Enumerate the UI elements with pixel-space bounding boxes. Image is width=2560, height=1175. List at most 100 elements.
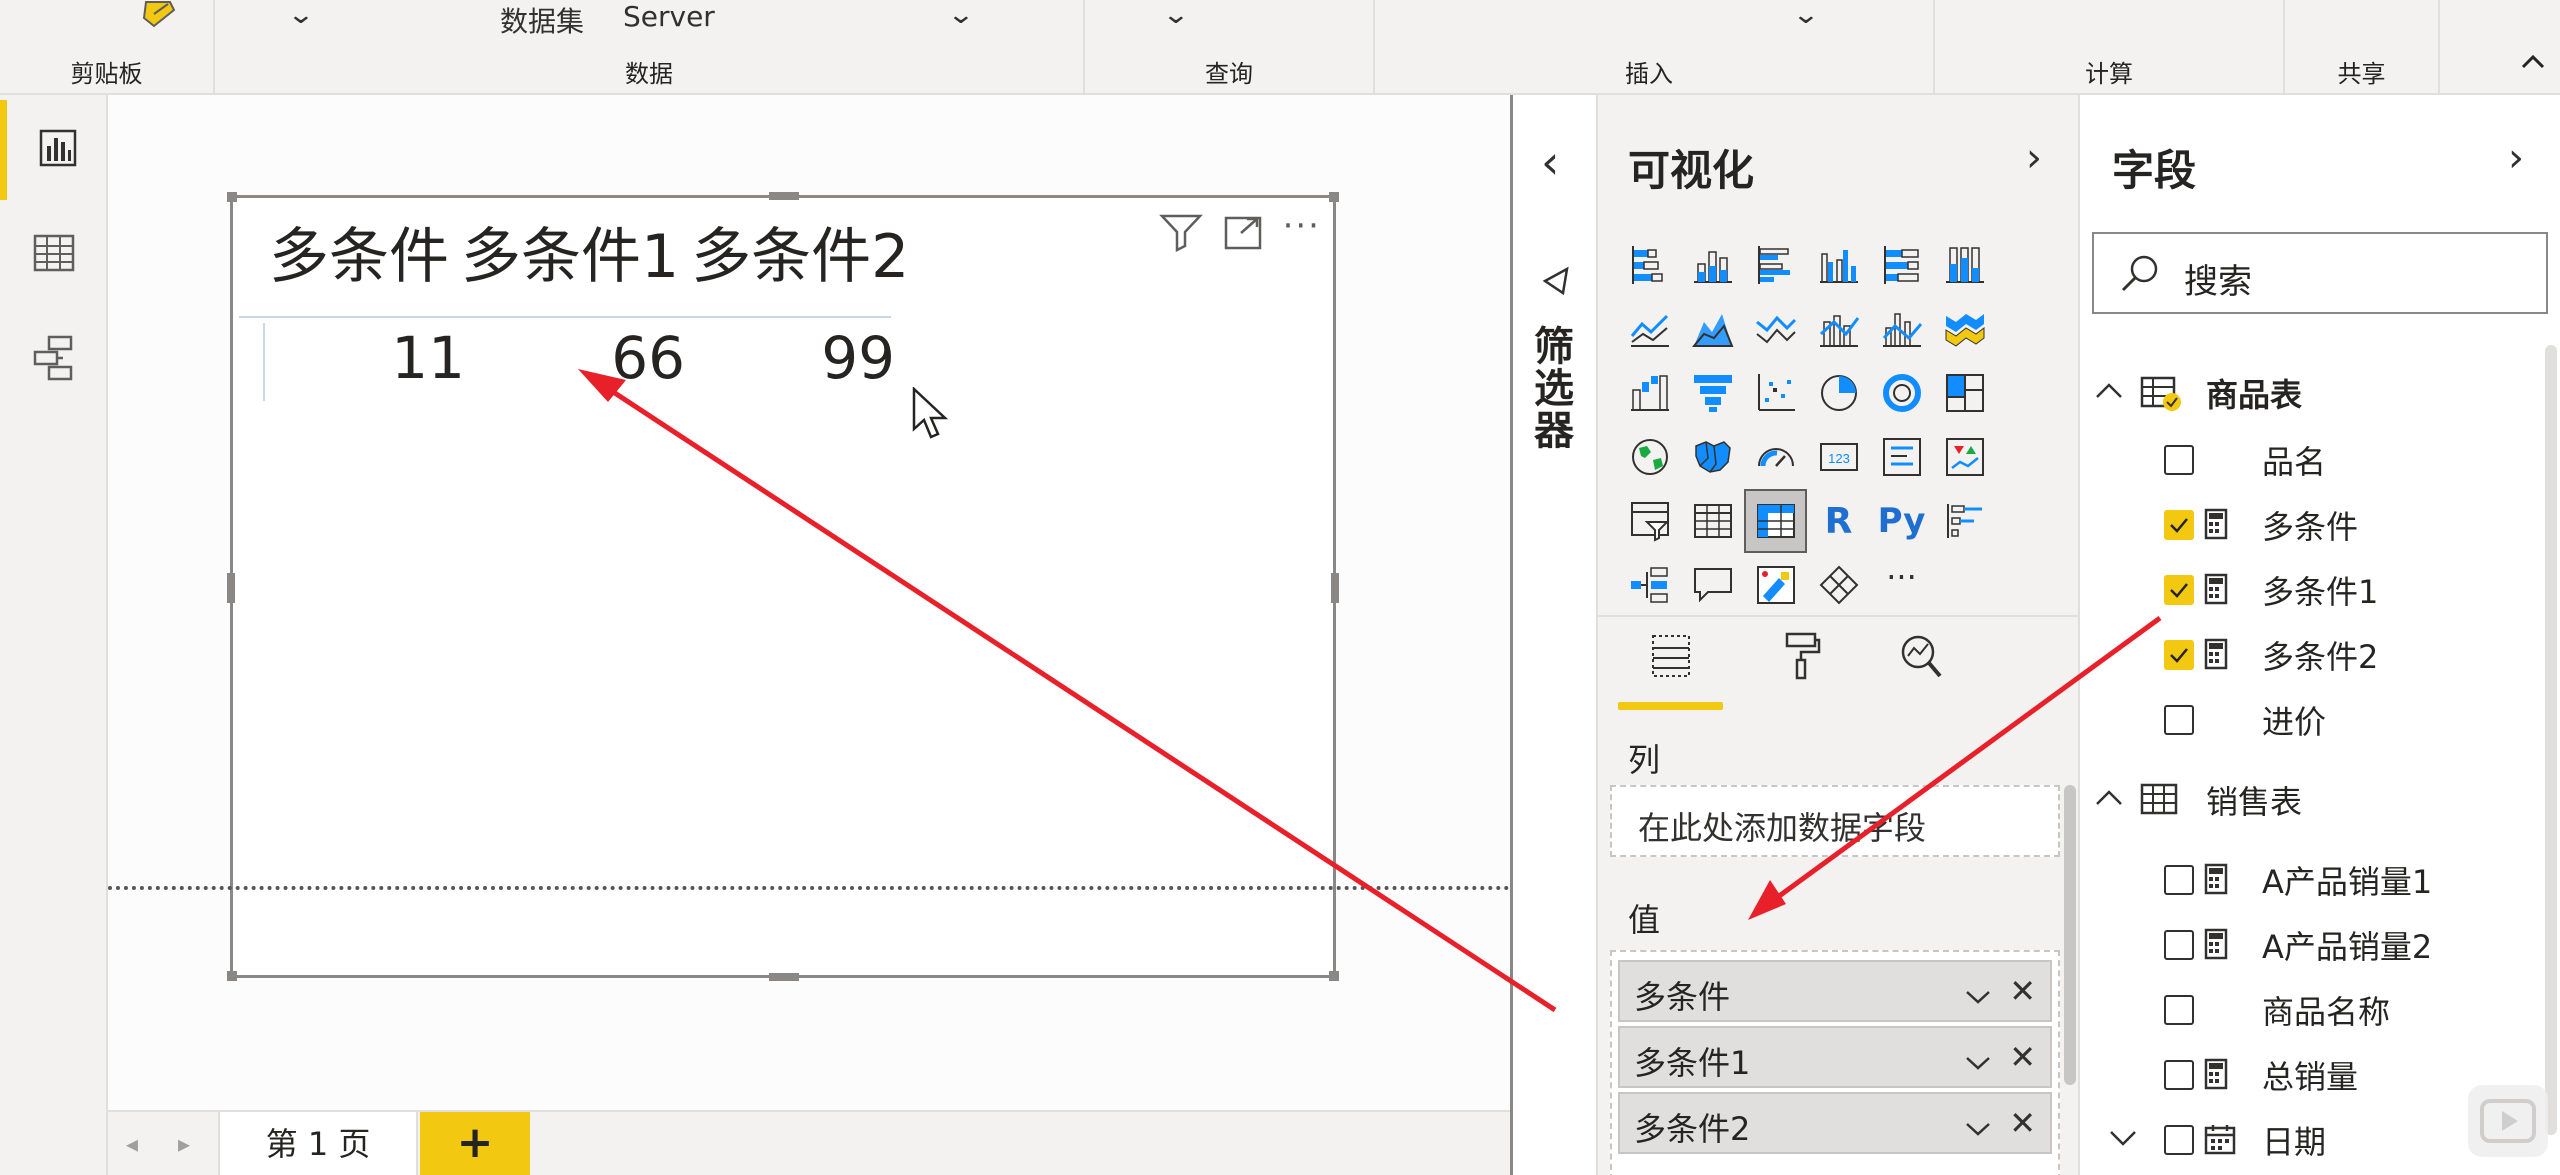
field-checkbox[interactable] [2164, 995, 2194, 1025]
line-and-clustered-column-icon[interactable] [1870, 297, 1933, 361]
field-checkbox-checked[interactable] [2164, 510, 2194, 540]
format-painter-icon[interactable] [140, 0, 180, 34]
clustered-bar-chart-icon[interactable] [1744, 233, 1807, 297]
stacked-area-chart-icon[interactable] [1744, 297, 1807, 361]
dataset-label[interactable]: 数据集 [500, 0, 584, 40]
tab-fields[interactable] [1618, 630, 1723, 710]
filled-map-icon[interactable] [1681, 425, 1744, 489]
scatter-chart-icon[interactable] [1744, 361, 1807, 425]
field-item[interactable]: 多条件1 [2080, 557, 2540, 621]
value-field-pill[interactable]: 多条件1 ✕ [1618, 1026, 2052, 1088]
card-icon[interactable]: 123 [1807, 425, 1870, 489]
field-item[interactable]: 多条件 [2080, 492, 2540, 556]
multi-row-card-icon[interactable] [1870, 425, 1933, 489]
line-chart-icon[interactable] [1618, 297, 1681, 361]
collapse-ribbon-icon[interactable] [2520, 52, 2546, 74]
add-page-button[interactable]: + [420, 1112, 530, 1175]
resize-handle[interactable] [227, 192, 237, 202]
chevron-down-icon[interactable]: ⌄ [287, 2, 315, 28]
r-script-visual-icon[interactable]: R [1807, 489, 1870, 553]
remove-field-icon[interactable]: ✕ [2009, 1104, 2036, 1142]
field-checkbox[interactable] [2164, 1060, 2194, 1090]
stacked-column-chart-icon[interactable] [1681, 233, 1744, 297]
card-visual[interactable]: ··· 多条件 多条件1 多条件2 11 66 99 [227, 192, 1339, 981]
treemap-icon[interactable] [1933, 361, 1996, 425]
field-checkbox-checked[interactable] [2164, 640, 2194, 670]
decomposition-tree-icon[interactable] [1618, 553, 1681, 617]
more-visuals-icon[interactable]: ··· [1870, 553, 1933, 617]
waterfall-chart-icon[interactable] [1618, 361, 1681, 425]
prev-page-icon[interactable]: ◂ [126, 1130, 138, 1158]
resize-handle[interactable] [227, 573, 235, 603]
field-checkbox[interactable] [2164, 930, 2194, 960]
table-node[interactable]: 商品表 [2080, 360, 2540, 424]
tab-analytics[interactable] [1868, 630, 1973, 710]
python-visual-icon[interactable]: Py [1870, 489, 1933, 553]
focus-mode-icon[interactable] [1223, 213, 1263, 255]
field-checkbox-checked[interactable] [2164, 575, 2194, 605]
values-drop-zone[interactable]: 多条件 ✕ 多条件1 ✕ 多条件2 ✕ [1610, 950, 2060, 1175]
funnel-chart-icon[interactable] [1681, 361, 1744, 425]
resize-handle[interactable] [1329, 971, 1339, 981]
matrix-icon[interactable] [1744, 489, 1807, 553]
more-options-icon[interactable]: ··· [1283, 206, 1321, 246]
field-checkbox[interactable] [2164, 865, 2194, 895]
value-field-pill[interactable]: 多条件 ✕ [1618, 960, 2052, 1022]
filters-label[interactable]: 筛选器 [1527, 325, 1579, 451]
collapse-visualizations-icon[interactable]: › [2026, 135, 2042, 181]
field-checkbox[interactable] [2164, 705, 2194, 735]
collapse-icon[interactable] [2094, 374, 2124, 409]
chevron-down-icon[interactable] [1964, 1108, 1992, 1146]
table-node[interactable]: 销售表 [2080, 767, 2540, 831]
power-apps-icon[interactable] [1807, 553, 1870, 617]
model-view-button[interactable] [0, 310, 108, 410]
pie-chart-icon[interactable] [1807, 361, 1870, 425]
key-influencers-icon[interactable] [1933, 489, 1996, 553]
field-item[interactable]: A产品销量2 [2080, 912, 2540, 976]
field-item[interactable]: 品名 [2080, 427, 2540, 491]
resize-handle[interactable] [769, 192, 799, 200]
fields-pane-scrollbar[interactable] [2545, 345, 2557, 1135]
chevron-down-icon[interactable]: ⌄ [1792, 2, 1820, 28]
chevron-down-icon[interactable]: ⌄ [1162, 2, 1190, 28]
resize-handle[interactable] [1329, 192, 1339, 202]
field-item[interactable]: 多条件2 [2080, 622, 2540, 686]
slicer-icon[interactable] [1618, 489, 1681, 553]
resize-handle[interactable] [1331, 573, 1339, 603]
gauge-icon[interactable] [1744, 425, 1807, 489]
ribbon-chart-icon[interactable] [1933, 297, 1996, 361]
100-stacked-column-chart-icon[interactable] [1933, 233, 1996, 297]
stacked-bar-chart-icon[interactable] [1618, 233, 1681, 297]
resize-handle[interactable] [227, 971, 237, 981]
resize-handle[interactable] [769, 973, 799, 981]
collapse-fields-icon[interactable]: › [2508, 135, 2524, 181]
field-item[interactable]: A产品销量1 [2080, 847, 2540, 911]
table-icon[interactable] [1681, 489, 1744, 553]
chevron-down-icon[interactable] [1964, 976, 1992, 1014]
line-and-stacked-column-icon[interactable] [1807, 297, 1870, 361]
filter-icon[interactable] [1158, 212, 1203, 256]
report-view-button[interactable] [0, 100, 108, 200]
field-checkbox[interactable] [2164, 1125, 2194, 1155]
viz-pane-scrollbar[interactable] [2064, 785, 2076, 1085]
page-tab[interactable]: 第 1 页 [218, 1112, 418, 1175]
filters-pane-collapsed[interactable]: ‹ 筛选器 [1510, 95, 1598, 1175]
qa-visual-icon[interactable] [1681, 553, 1744, 617]
data-view-button[interactable] [0, 205, 108, 305]
chevron-down-icon[interactable]: ⌄ [947, 2, 975, 28]
columns-drop-zone[interactable]: 在此处添加数据字段 [1610, 785, 2060, 857]
server-label[interactable]: Server [623, 0, 715, 33]
kpi-icon[interactable] [1933, 425, 1996, 489]
remove-field-icon[interactable]: ✕ [2009, 1038, 2036, 1076]
collapse-icon[interactable] [2094, 781, 2124, 816]
value-field-pill[interactable]: 多条件2 ✕ [1618, 1092, 2052, 1154]
area-chart-icon[interactable] [1681, 297, 1744, 361]
expand-icon[interactable] [2108, 1121, 2138, 1156]
field-item[interactable]: 商品名称 [2080, 977, 2540, 1041]
field-item[interactable]: 进价 [2080, 687, 2540, 751]
clustered-column-chart-icon[interactable] [1807, 233, 1870, 297]
report-canvas[interactable]: ··· 多条件 多条件1 多条件2 11 66 99 [108, 95, 1510, 1110]
field-search-input[interactable]: 搜索 [2092, 232, 2548, 314]
donut-chart-icon[interactable] [1870, 361, 1933, 425]
expand-filters-icon[interactable]: ‹ [1541, 135, 1559, 189]
